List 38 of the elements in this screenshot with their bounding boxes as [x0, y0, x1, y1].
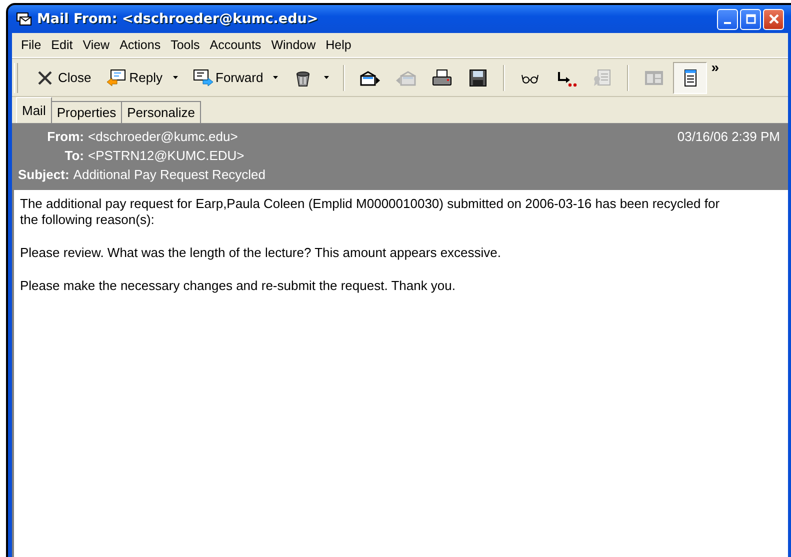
menu-item[interactable]: View [78, 38, 115, 52]
forward-button[interactable]: Forward [186, 62, 284, 94]
date-time: 03/16/06 2:39 PM [677, 129, 780, 144]
menu-item[interactable]: Help [320, 38, 356, 52]
envelope-icon [16, 11, 32, 27]
envelope-arrow-icon [192, 68, 214, 88]
recipient-address: <PSTRN12@KUMC.EDU> [88, 148, 244, 163]
minimize-icon [724, 22, 731, 24]
menu-item[interactable]: Tools [166, 38, 205, 52]
certificate-icon [591, 68, 614, 88]
tab[interactable]: Personalize [121, 101, 202, 123]
menu-item[interactable]: Edit [46, 38, 78, 52]
tab[interactable]: Properties [50, 101, 122, 123]
close-button[interactable]: Close [28, 62, 98, 94]
menu-item[interactable]: Accounts [204, 38, 266, 52]
maximize-button[interactable] [740, 8, 761, 30]
maximize-icon [744, 12, 758, 26]
minimize-button[interactable] [717, 8, 738, 30]
window-title: Mail From: <dschroeder@kumc.edu> [37, 11, 318, 27]
menu-item[interactable]: Window [266, 38, 321, 52]
message-paragraph: Please review. What was the length of the lecture? This amount appears excessive. [20, 245, 502, 261]
toolbar-overflow-button[interactable]: » [711, 59, 719, 75]
document-button[interactable] [673, 62, 708, 94]
message-paragraph: Please make the necessary changes and re-submit the request. Thank you. [20, 278, 457, 294]
tab[interactable]: Mail [16, 97, 52, 123]
menu-item[interactable]: Actions [114, 38, 166, 52]
envelope-arrow-icon [105, 68, 128, 88]
close-button[interactable] [763, 8, 784, 30]
sender-address: <dschroeder@kumc.edu> [88, 129, 238, 144]
field-label: Subject: [18, 167, 70, 182]
printer-icon [431, 68, 454, 88]
field-label: To: [64, 148, 84, 163]
subject-text: Additional Pay Request Recycled [73, 167, 266, 182]
menu-item[interactable]: File [16, 38, 46, 52]
close-icon [766, 12, 780, 26]
field-label: From: [46, 129, 84, 144]
message-paragraph: The additional pay request for Earp,Paula Coleen (Emplid M0000010030) submitted on 2006-03-16 has been recycled for the following reason(s): [20, 196, 720, 228]
reply-button[interactable]: Reply [99, 62, 184, 94]
